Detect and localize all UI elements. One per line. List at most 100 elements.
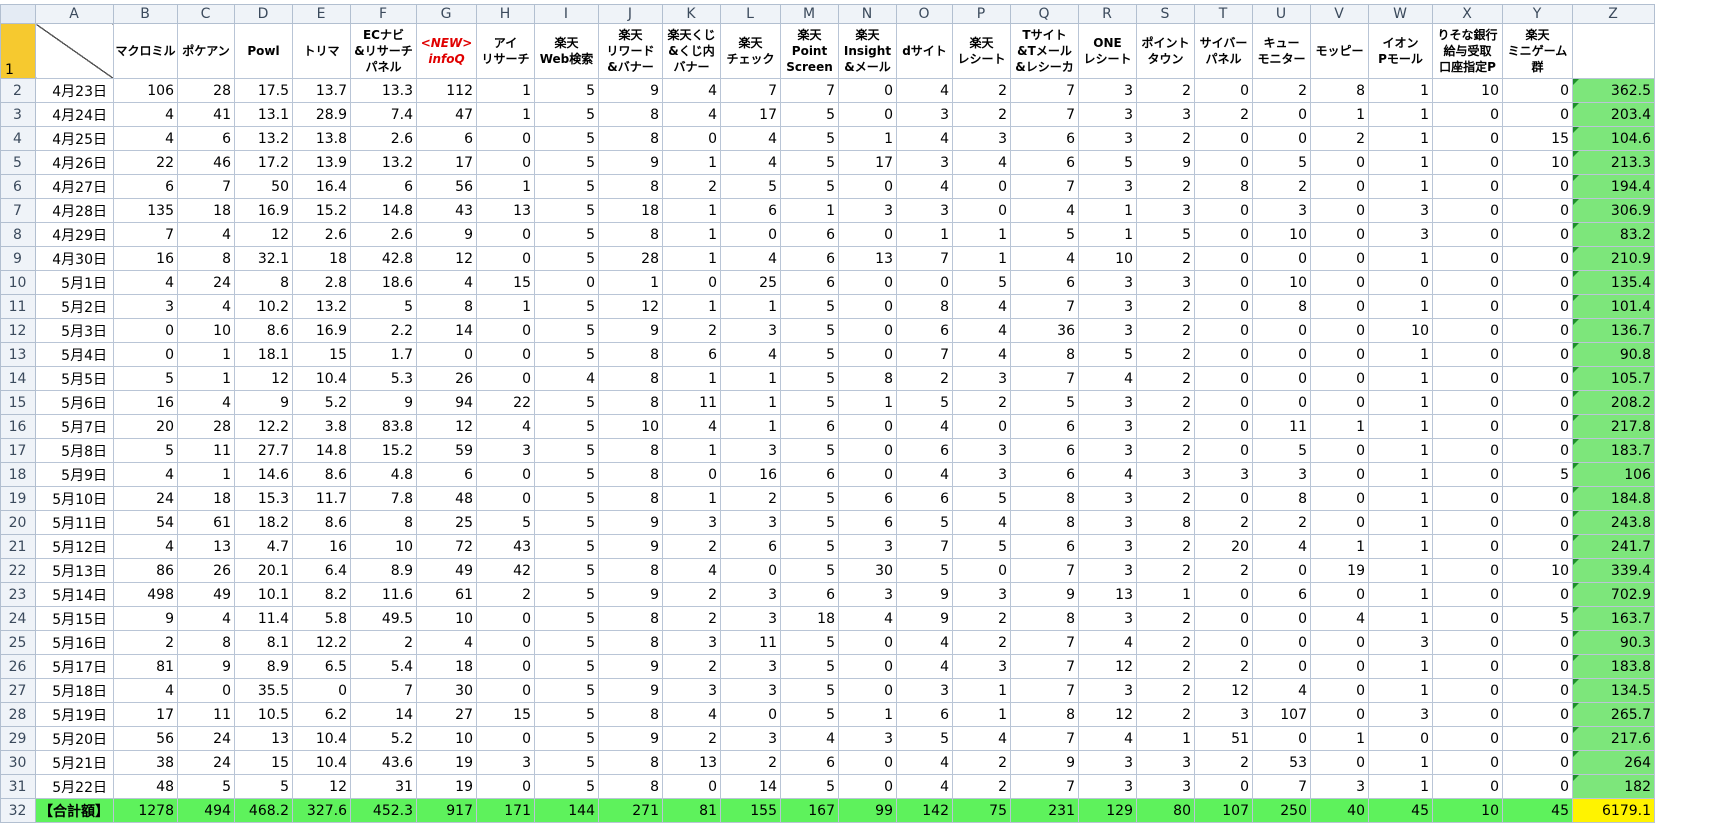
value-cell[interactable]: 4 <box>1010 246 1079 271</box>
value-cell[interactable]: 12.2 <box>234 414 293 439</box>
value-cell[interactable]: 4 <box>952 342 1011 367</box>
value-cell[interactable]: 5 <box>780 150 839 175</box>
value-cell[interactable]: 7 <box>1010 174 1079 199</box>
row-header[interactable]: 31 <box>0 774 36 799</box>
value-cell[interactable]: 4 <box>896 654 953 679</box>
value-cell[interactable]: 9 <box>598 582 663 607</box>
date-cell[interactable]: 5月4日 <box>35 342 114 367</box>
value-cell[interactable]: 14.6 <box>234 462 293 487</box>
value-cell[interactable]: 8.6 <box>234 318 293 343</box>
value-cell[interactable]: 5 <box>780 654 839 679</box>
value-cell[interactable]: 4 <box>177 606 235 631</box>
value-cell[interactable]: 1 <box>1368 558 1433 583</box>
value-cell[interactable]: 2.8 <box>292 270 351 295</box>
column-header-T[interactable]: T <box>1194 4 1253 24</box>
value-cell[interactable]: 0 <box>1310 486 1369 511</box>
value-cell[interactable]: 5 <box>534 654 599 679</box>
column-total-cell[interactable]: 250 <box>1252 798 1311 823</box>
select-all-corner[interactable] <box>0 4 36 24</box>
value-cell[interactable]: 1 <box>1078 222 1137 247</box>
value-cell[interactable]: 0 <box>1432 654 1503 679</box>
value-cell[interactable]: 1 <box>662 246 721 271</box>
value-cell[interactable]: 7 <box>1010 78 1079 103</box>
row-header[interactable]: 29 <box>0 726 36 751</box>
value-cell[interactable]: 0 <box>1502 198 1573 223</box>
value-cell[interactable]: 9 <box>598 510 663 535</box>
value-cell[interactable]: 0 <box>1252 102 1311 127</box>
column-total-cell[interactable]: 452.3 <box>350 798 417 823</box>
value-cell[interactable]: 7 <box>896 342 953 367</box>
value-cell[interactable]: 4 <box>1078 726 1137 751</box>
value-cell[interactable]: 3 <box>1078 390 1137 415</box>
value-cell[interactable]: 8 <box>598 102 663 127</box>
row-header[interactable]: 8 <box>0 222 36 247</box>
column-total-cell[interactable]: 144 <box>534 798 599 823</box>
value-cell[interactable]: 5 <box>1078 150 1137 175</box>
value-cell[interactable]: 1 <box>1310 414 1369 439</box>
value-cell[interactable]: 6 <box>896 486 953 511</box>
value-cell[interactable]: 5 <box>113 438 178 463</box>
value-cell[interactable]: 5 <box>780 678 839 703</box>
value-cell[interactable]: 6 <box>1252 582 1311 607</box>
value-cell[interactable]: 6 <box>1010 126 1079 151</box>
date-cell[interactable]: 5月18日 <box>35 678 114 703</box>
value-cell[interactable]: 0 <box>662 462 721 487</box>
value-cell[interactable]: 3 <box>838 582 897 607</box>
value-cell[interactable]: 0 <box>838 654 897 679</box>
value-cell[interactable]: 15 <box>476 702 535 727</box>
date-cell[interactable]: 5月8日 <box>35 438 114 463</box>
value-cell[interactable]: 3 <box>1194 462 1253 487</box>
value-cell[interactable]: 5 <box>534 102 599 127</box>
daily-sum-cell[interactable]: 90.3 <box>1572 630 1655 655</box>
value-cell[interactable]: 8.2 <box>292 582 351 607</box>
value-cell[interactable]: 16 <box>720 462 781 487</box>
value-cell[interactable]: 4 <box>896 774 953 799</box>
value-cell[interactable]: 5 <box>780 438 839 463</box>
value-cell[interactable]: 10 <box>416 726 477 751</box>
value-cell[interactable]: 3 <box>838 534 897 559</box>
value-cell[interactable]: 2 <box>1136 78 1195 103</box>
value-cell[interactable]: 4 <box>113 678 178 703</box>
value-cell[interactable]: 17.2 <box>234 150 293 175</box>
value-cell[interactable]: 3 <box>1078 318 1137 343</box>
value-cell[interactable]: 0 <box>1252 390 1311 415</box>
value-cell[interactable]: 5 <box>780 102 839 127</box>
value-cell[interactable]: 0 <box>1502 678 1573 703</box>
column-total-cell[interactable]: 81 <box>662 798 721 823</box>
column-header-Y[interactable]: Y <box>1502 4 1573 24</box>
column-header-Q[interactable]: Q <box>1010 4 1079 24</box>
date-cell[interactable]: 5月3日 <box>35 318 114 343</box>
value-cell[interactable]: 4 <box>1252 678 1311 703</box>
value-cell[interactable]: 7 <box>1010 294 1079 319</box>
column-total-cell[interactable]: 231 <box>1010 798 1079 823</box>
value-cell[interactable]: 1 <box>1078 198 1137 223</box>
value-cell[interactable]: 36 <box>1010 318 1079 343</box>
value-cell[interactable]: 15 <box>234 750 293 775</box>
value-cell[interactable]: 48 <box>113 774 178 799</box>
value-cell[interactable]: 6 <box>1010 150 1079 175</box>
value-cell[interactable]: 4 <box>780 726 839 751</box>
value-cell[interactable]: 0 <box>1368 726 1433 751</box>
value-cell[interactable]: 1 <box>720 366 781 391</box>
value-cell[interactable]: 4 <box>952 318 1011 343</box>
value-cell[interactable]: 38 <box>113 750 178 775</box>
value-cell[interactable]: 0 <box>1310 222 1369 247</box>
column-header-O[interactable]: O <box>896 4 953 24</box>
date-cell[interactable]: 5月20日 <box>35 726 114 751</box>
value-cell[interactable]: 3 <box>952 126 1011 151</box>
value-cell[interactable]: 2 <box>1136 174 1195 199</box>
value-cell[interactable]: 2.6 <box>292 222 351 247</box>
value-cell[interactable]: 2 <box>1194 654 1253 679</box>
value-cell[interactable]: 7 <box>1010 630 1079 655</box>
value-cell[interactable]: 3 <box>720 582 781 607</box>
value-cell[interactable]: 1 <box>1136 726 1195 751</box>
value-cell[interactable]: 2 <box>1136 702 1195 727</box>
value-cell[interactable]: 0 <box>1252 342 1311 367</box>
daily-sum-cell[interactable]: 183.8 <box>1572 654 1655 679</box>
value-cell[interactable]: 0 <box>476 342 535 367</box>
value-cell[interactable]: 0 <box>896 270 953 295</box>
value-cell[interactable]: 3 <box>1078 78 1137 103</box>
value-cell[interactable]: 54 <box>113 510 178 535</box>
value-cell[interactable]: 7 <box>896 246 953 271</box>
row-header[interactable]: 30 <box>0 750 36 775</box>
